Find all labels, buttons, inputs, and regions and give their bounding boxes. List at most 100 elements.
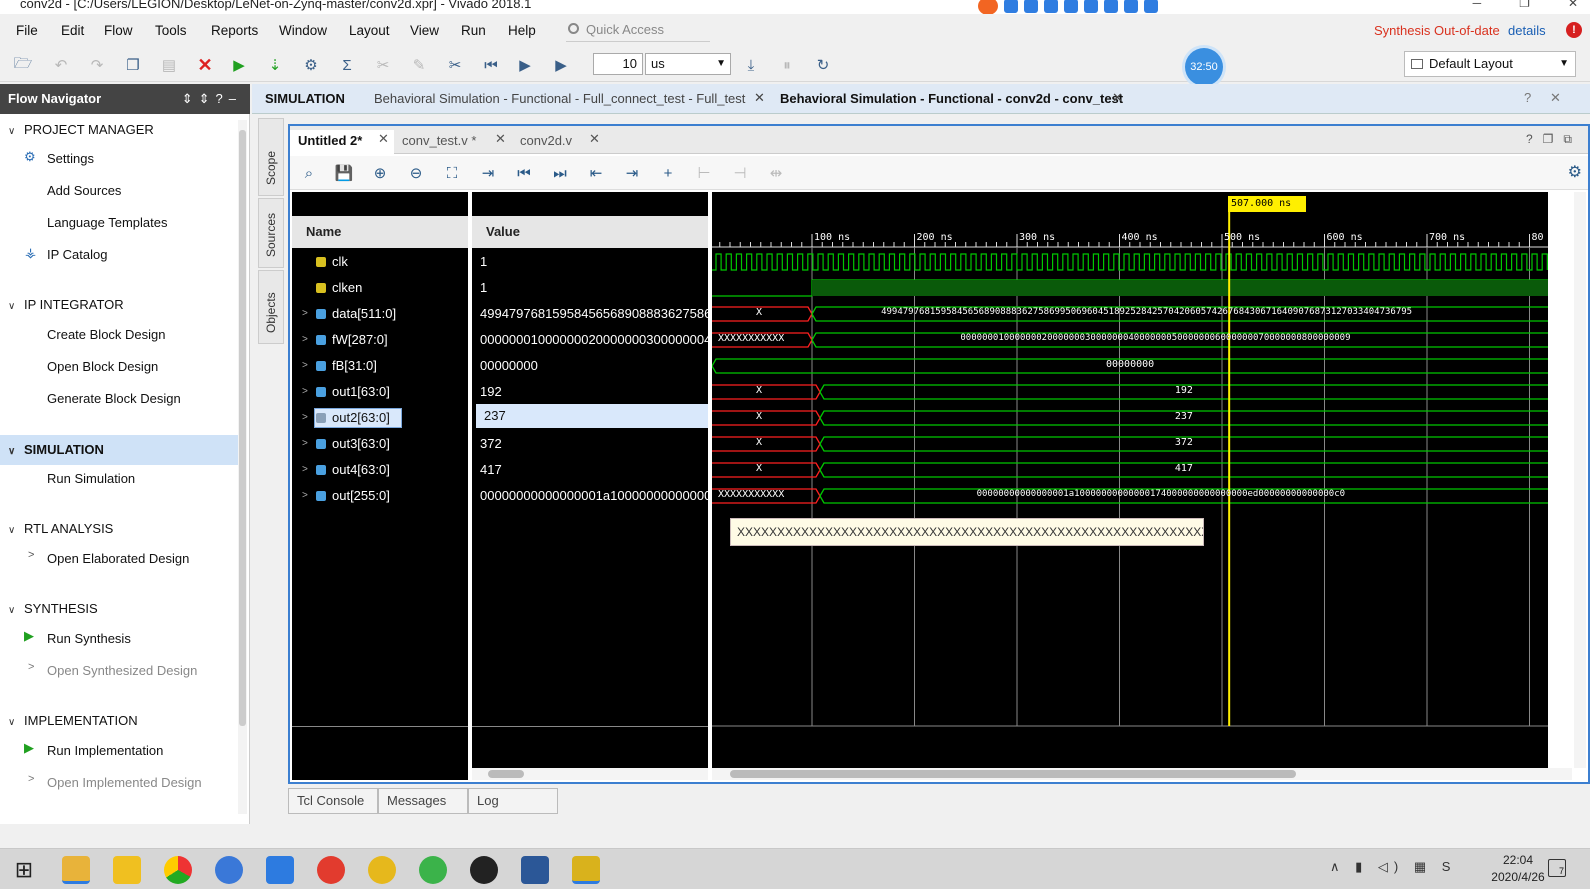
scrollbar-thumb[interactable] <box>730 770 1296 778</box>
quick-access-input[interactable]: Quick Access <box>566 20 710 42</box>
zoom-out-icon[interactable]: ⊖ <box>405 162 427 184</box>
signal-row-selected[interactable]: > out2[63:0] <box>292 406 468 430</box>
signal-row[interactable]: clken <box>292 276 468 300</box>
section-ip-integrator[interactable]: ∨ IP INTEGRATOR <box>8 297 124 312</box>
zoom-in-icon[interactable]: ⊕ <box>369 162 391 184</box>
paste-icon[interactable]: ▤ <box>158 54 180 76</box>
menu-layout[interactable]: Layout <box>349 23 390 38</box>
expand-icon[interactable]: > <box>302 302 308 326</box>
go-to-cursor-icon[interactable]: ⇥ <box>477 162 499 184</box>
photos-icon[interactable] <box>266 856 294 884</box>
close-panel-icon[interactable]: ✕ <box>1550 90 1561 106</box>
go-to-end-icon[interactable]: ⏭ <box>549 162 571 184</box>
sogou-icon[interactable] <box>978 0 998 14</box>
debug-icon[interactable]: ✂ <box>372 54 394 76</box>
section-synthesis[interactable]: ∨ SYNTHESIS <box>8 601 98 616</box>
time-unit-select[interactable]: us ▼ <box>645 53 731 75</box>
expand-icon[interactable]: > <box>302 380 308 404</box>
section-simulation[interactable]: ∨ SIMULATION <box>8 442 104 457</box>
nav-run-simulation[interactable]: Run Simulation <box>47 471 135 486</box>
swap-cursors-icon[interactable]: ⇹ <box>765 162 787 184</box>
qq-icon[interactable] <box>470 856 498 884</box>
close-icon[interactable]: ✕ <box>754 90 765 106</box>
cut-icon[interactable]: ✂ <box>444 54 466 76</box>
close-icon[interactable]: ✕ <box>378 131 389 147</box>
nav-generate-block-design[interactable]: Generate Block Design <box>47 391 181 406</box>
navigator-controls[interactable]: ⇕⇕?– <box>182 84 242 114</box>
previous-marker-icon[interactable]: ⊢ <box>693 162 715 184</box>
delete-icon[interactable]: ✕ <box>194 54 216 76</box>
chrome-icon[interactable] <box>164 856 192 884</box>
expand-icon[interactable]: > <box>302 354 308 378</box>
redo-icon[interactable]: ↷ <box>86 54 108 76</box>
cursor-time-label[interactable]: 507.000 ns <box>1228 196 1306 212</box>
restore-icon[interactable]: ❐ <box>1519 0 1530 10</box>
open-project-icon[interactable]: 🗁 <box>12 54 34 76</box>
media-player-icon[interactable] <box>113 856 141 884</box>
value-scrollbar[interactable] <box>472 768 708 780</box>
sigma-icon[interactable]: Σ <box>336 54 358 76</box>
close-window-icon[interactable]: ✕ <box>1568 0 1578 10</box>
run-all-icon[interactable]: ▶ <box>514 54 536 76</box>
caret-right-icon[interactable]: > <box>28 549 34 561</box>
file-explorer-icon[interactable] <box>62 856 90 884</box>
expand-icon[interactable]: > <box>302 328 308 352</box>
ime-tools-icon[interactable] <box>1124 0 1138 13</box>
minimize-icon[interactable]: ─ <box>1473 0 1482 10</box>
next-transition-icon[interactable]: ⇥ <box>621 162 643 184</box>
relaunch-icon[interactable]: ↻ <box>812 54 834 76</box>
waveform-area[interactable]: 507.000 ns XXXXXXXXXXXXXXXXXXXXXXXXXXXXX… <box>712 192 1548 768</box>
ime-mic-icon[interactable] <box>1064 0 1078 13</box>
wave-horizontal-scrollbar[interactable] <box>712 768 1572 780</box>
undo-icon[interactable]: ↶ <box>50 54 72 76</box>
section-project-manager[interactable]: ∨ PROJECT MANAGER <box>8 122 154 137</box>
tab-messages[interactable]: Messages <box>378 788 468 814</box>
side-tab-sources[interactable]: Sources <box>258 198 284 268</box>
menu-window[interactable]: Window <box>279 23 327 38</box>
caret-right-icon[interactable]: > <box>28 773 34 785</box>
menu-run[interactable]: Run <box>461 23 486 38</box>
signal-row[interactable]: > fB[31:0] <box>292 354 468 378</box>
menu-help[interactable]: Help <box>508 23 536 38</box>
menu-file[interactable]: File <box>16 23 38 38</box>
program-device-icon[interactable]: ⇣ <box>264 54 286 76</box>
expand-icon[interactable]: > <box>302 406 308 430</box>
run-time-input[interactable]: 10 <box>593 53 643 75</box>
restart-icon[interactable]: ⏮ <box>480 54 502 76</box>
settings-icon[interactable]: ⚙ <box>300 54 322 76</box>
signal-row[interactable]: clk <box>292 250 468 274</box>
menu-edit[interactable]: Edit <box>61 23 84 38</box>
signal-row[interactable]: > out1[63:0] <box>292 380 468 404</box>
pause-icon[interactable]: ⏸ <box>776 54 798 76</box>
menu-reports[interactable]: Reports <box>211 23 258 38</box>
tab-full-connect-sim[interactable]: Behavioral Simulation - Functional - Ful… <box>374 91 745 106</box>
window-controls[interactable]: ?❐⧉ <box>1526 132 1582 147</box>
add-marker-icon[interactable]: + <box>657 162 679 184</box>
help-icon[interactable]: ? <box>1524 90 1531 105</box>
windows-start-icon[interactable]: ⊞ <box>10 856 38 884</box>
nav-create-block-design[interactable]: Create Block Design <box>47 327 166 342</box>
next-marker-icon[interactable]: ⊣ <box>729 162 751 184</box>
close-icon[interactable]: ✕ <box>589 131 600 147</box>
ime-skin-icon[interactable] <box>1104 0 1118 13</box>
menu-flow[interactable]: Flow <box>104 23 133 38</box>
pencil-icon[interactable]: ✎ <box>408 54 430 76</box>
signal-row[interactable]: > out[255:0] <box>292 484 468 508</box>
taskbar-clock[interactable]: 22:04 2020/4/26 <box>1478 852 1558 886</box>
expand-icon[interactable]: > <box>302 484 308 508</box>
vivado-icon[interactable] <box>572 856 600 884</box>
scrollbar-thumb[interactable] <box>239 130 246 726</box>
menu-tools[interactable]: Tools <box>155 23 187 38</box>
nav-language-templates[interactable]: Language Templates <box>47 215 167 230</box>
sync-app-icon[interactable] <box>215 856 243 884</box>
nav-open-block-design[interactable]: Open Block Design <box>47 359 158 374</box>
ime-grid-icon[interactable] <box>1144 0 1158 13</box>
gear-icon[interactable]: ⚙ <box>1568 162 1582 182</box>
signal-row[interactable]: > out4[63:0] <box>292 458 468 482</box>
netease-music-icon[interactable] <box>317 856 345 884</box>
system-tray[interactable]: ∧ ▮ ◁) ▦ S <box>1330 859 1456 875</box>
scrollbar-thumb[interactable] <box>488 770 524 778</box>
expand-icon[interactable]: > <box>302 458 308 482</box>
wechat-icon[interactable] <box>419 856 447 884</box>
nav-run-synthesis[interactable]: Run Synthesis <box>47 631 131 646</box>
